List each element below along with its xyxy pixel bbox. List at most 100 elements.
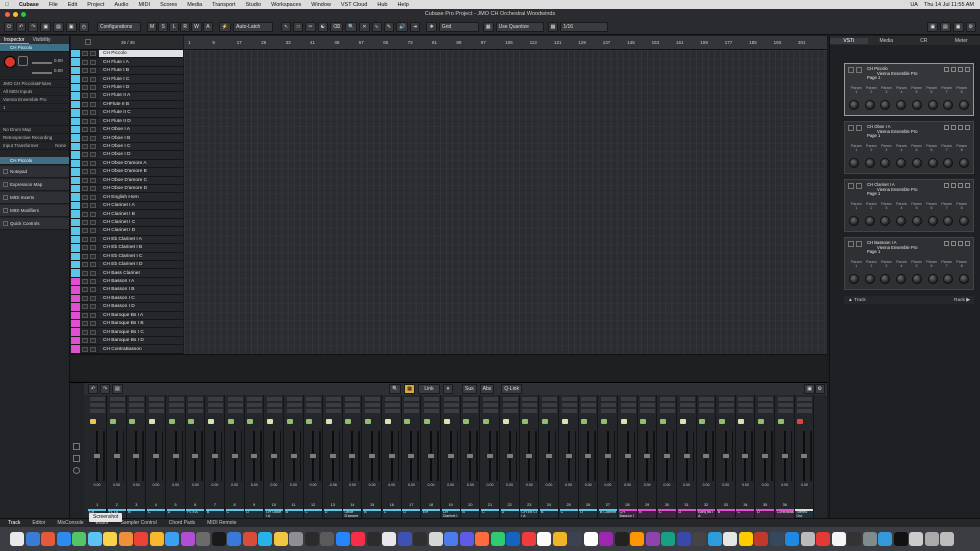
channel-control-button[interactable] [699, 403, 715, 407]
dock-app-icon[interactable] [645, 532, 660, 546]
meter-settings-icon[interactable] [73, 467, 80, 474]
fader-cap[interactable] [309, 453, 318, 459]
quick-control-knob[interactable] [880, 100, 891, 110]
channel-control-button[interactable] [286, 409, 302, 413]
track-row[interactable]: CH Oboe D'amore B [71, 168, 183, 177]
channel-control-button[interactable] [365, 409, 381, 413]
channel-control-button[interactable] [600, 397, 616, 401]
left-zone-toggle-icon[interactable]: ▣ [927, 21, 939, 32]
track-color-strip[interactable] [71, 168, 80, 176]
fader-cap[interactable] [486, 453, 494, 459]
dock-app-icon[interactable] [227, 532, 241, 546]
track-color-strip[interactable] [71, 125, 80, 134]
menu-vst-cloud[interactable]: VST Cloud [336, 2, 373, 8]
track-row[interactable]: CH Piccolo [71, 50, 183, 59]
track-row[interactable]: CH Basson I B [71, 286, 183, 295]
mute-button[interactable] [82, 194, 88, 200]
instrument-icon[interactable] [848, 67, 854, 73]
mute-solo-indicator[interactable] [561, 419, 568, 424]
mute-solo-indicator[interactable] [227, 419, 234, 424]
mute-solo-indicator[interactable] [797, 419, 804, 424]
link-icon[interactable]: ▦ [404, 384, 415, 394]
menu-transport[interactable]: Transport [207, 2, 240, 8]
channel-control-button[interactable] [758, 403, 774, 407]
track-row[interactable]: CH English Horn [71, 193, 183, 202]
dock-app-icon[interactable] [521, 532, 536, 546]
mute-solo-indicator[interactable] [777, 419, 784, 424]
channel-control-button[interactable] [168, 397, 184, 401]
track-color-strip[interactable] [71, 92, 80, 100]
fader-cap[interactable] [269, 453, 278, 459]
mute-solo-indicator[interactable] [365, 419, 372, 424]
dock-app-icon[interactable] [10, 532, 24, 546]
solo-button[interactable] [90, 270, 96, 276]
rack-tab[interactable]: Rack ▶ [954, 298, 970, 303]
state-button-s[interactable]: S [158, 21, 169, 32]
track-row[interactable]: CH Flute II D [71, 117, 183, 126]
channel-control-button[interactable] [483, 409, 498, 413]
channel-control-button[interactable] [207, 403, 223, 407]
fader-cap[interactable] [112, 453, 121, 459]
dock-app-icon[interactable] [816, 532, 830, 546]
quick-control-knob[interactable] [880, 216, 891, 226]
track-row[interactable]: CH Flute I A [71, 58, 183, 67]
quick-control-knob[interactable] [958, 100, 969, 110]
dock-app-icon[interactable] [893, 532, 908, 546]
solo-button[interactable] [90, 186, 96, 192]
solo-button[interactable] [90, 346, 96, 352]
channel-control-button[interactable] [640, 397, 656, 401]
automation-mode-dropdown[interactable]: Auto-Latch [233, 21, 274, 32]
dock-app-icon[interactable] [583, 532, 598, 546]
menu-app[interactable]: Cubase [14, 2, 44, 8]
activate-project-button[interactable]: ⏻ [4, 21, 14, 32]
freeze-icon[interactable] [958, 125, 963, 130]
track-color-strip[interactable] [71, 151, 80, 159]
bypass-icon[interactable] [951, 125, 956, 130]
track-row[interactable]: CH Oboe D'amore A [71, 159, 183, 169]
dock-app-icon[interactable] [273, 532, 288, 546]
channel-control-button[interactable] [679, 397, 695, 401]
channel-control-button[interactable] [424, 409, 440, 413]
edit-instrument-icon[interactable] [856, 241, 862, 247]
solo-button[interactable] [90, 287, 96, 293]
track-color-strip[interactable] [71, 286, 80, 294]
input-transformer-row[interactable]: Input Transformer None [0, 142, 69, 150]
inspector-section-midi-inserts[interactable]: MIDI Inserts [0, 192, 69, 204]
dock-app-icon[interactable] [397, 532, 412, 546]
channel-control-button[interactable] [247, 397, 263, 401]
lower-zone-toggle-icon[interactable]: ▤ [940, 21, 951, 32]
fader-cap[interactable] [662, 453, 671, 459]
track-row[interactable]: CH Baroque Bs I D [71, 336, 183, 346]
zoom-tool-icon[interactable]: 🔍 [345, 21, 358, 32]
mute-button[interactable] [82, 84, 88, 90]
channel-control-button[interactable] [581, 409, 597, 413]
mute-solo-indicator[interactable] [129, 419, 136, 424]
dock-app-icon[interactable] [847, 532, 861, 546]
dock-app-icon[interactable] [289, 532, 303, 546]
track-color-strip[interactable] [71, 227, 80, 235]
channel-control-button[interactable] [188, 397, 204, 401]
channel-control-button[interactable] [424, 403, 440, 407]
fader-cap[interactable] [446, 453, 455, 459]
quantize-presets-icon[interactable]: ▦ [547, 21, 559, 32]
track-row[interactable]: CH Basson I C [71, 294, 183, 304]
volume-slider[interactable] [32, 62, 52, 64]
mute-button[interactable] [82, 236, 88, 242]
state-button-a[interactable]: A [202, 21, 213, 32]
channel-control-button[interactable] [129, 397, 145, 401]
track-color-strip[interactable] [71, 244, 80, 252]
quick-control-knob[interactable] [911, 216, 922, 226]
time-warp-tool-icon[interactable]: ∿ [371, 21, 382, 32]
mute-button[interactable] [82, 338, 88, 344]
mute-solo-indicator[interactable] [404, 419, 411, 424]
track-color-strip[interactable] [71, 193, 80, 201]
track-row[interactable]: CH Flute I D [71, 83, 183, 93]
automation-mode-icon[interactable]: ⚡ [218, 21, 232, 32]
mute-button[interactable] [82, 135, 88, 141]
dock-app-icon[interactable] [537, 532, 551, 546]
solo-button[interactable] [90, 59, 96, 65]
fader-cap[interactable] [623, 453, 632, 459]
minimize-window-icon[interactable] [13, 12, 18, 17]
quick-control-knob[interactable] [927, 100, 938, 110]
instrument-icon[interactable] [848, 241, 854, 247]
